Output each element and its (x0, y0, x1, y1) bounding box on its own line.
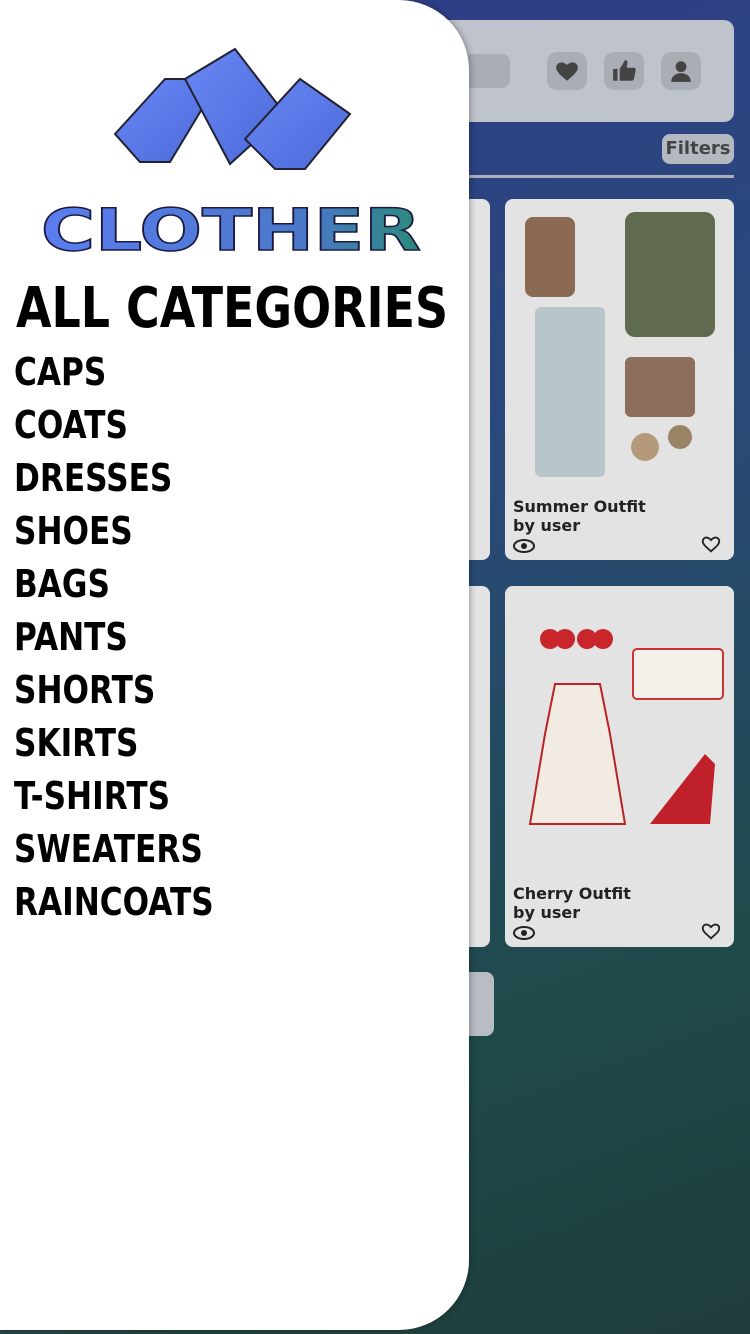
outfit-image (525, 212, 715, 477)
category-item-shorts[interactable]: SHORTS (14, 664, 214, 717)
category-item-coats[interactable]: COATS (14, 399, 214, 452)
category-item-raincoats[interactable]: RAINCOATS (14, 876, 214, 929)
category-item-sweaters[interactable]: SWEATERS (14, 823, 214, 876)
outfit-title: Summer Outfit (513, 497, 646, 516)
category-item-bags[interactable]: BAGS (14, 558, 214, 611)
filters-button[interactable]: Filters (662, 134, 734, 164)
category-item-dresses[interactable]: DRESSES (14, 452, 214, 505)
outfit-card[interactable]: Cherry Outfit by user (505, 586, 734, 947)
category-item-t-shirts[interactable]: T-SHIRTS (14, 770, 214, 823)
outfit-image (528, 629, 724, 825)
thumbs-up-icon (613, 60, 636, 81)
eye-icon (513, 926, 535, 940)
heart-outline-icon[interactable] (700, 920, 722, 942)
category-item-skirts[interactable]: SKIRTS (14, 717, 214, 770)
category-item-caps[interactable]: CAPS (14, 346, 214, 399)
heart-outline-icon[interactable] (700, 533, 722, 555)
clother-logo-icon (113, 47, 352, 170)
category-item-pants[interactable]: PANTS (14, 611, 214, 664)
all-categories-heading[interactable]: ALL CATEGORIES (16, 276, 448, 341)
app-name: CLOTHER (41, 200, 421, 260)
profile-button[interactable] (661, 52, 701, 90)
outfit-title: Cherry Outfit (513, 884, 631, 903)
category-drawer: CLOTHER ALL CATEGORIES CAPS COATS DRESSE… (0, 0, 469, 1330)
user-icon (671, 61, 691, 82)
heart-icon (556, 62, 578, 81)
category-item-shoes[interactable]: SHOES (14, 505, 214, 558)
category-list: CAPS COATS DRESSES SHOES BAGS PANTS SHOR… (14, 346, 258, 929)
likes-button[interactable] (604, 52, 644, 90)
favorites-button[interactable] (547, 52, 587, 90)
outfit-card[interactable]: Summer Outfit by user (505, 199, 734, 560)
app-screen: Filters Summer Outfit by user Cherry Out… (0, 0, 750, 1334)
clother-wordmark: CLOTHER (40, 200, 422, 260)
eye-icon (513, 539, 535, 553)
outfit-author: by user (513, 516, 581, 535)
outfit-author: by user (513, 903, 581, 922)
